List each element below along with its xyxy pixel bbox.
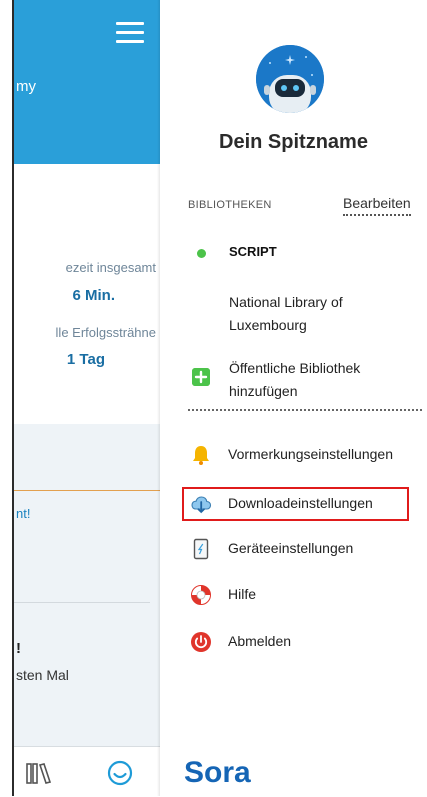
power-icon xyxy=(191,632,211,652)
menu-item-device-settings[interactable]: Geräteeinstellungen xyxy=(160,530,427,566)
background-exclamation: ! xyxy=(16,640,21,657)
robot-avatar-icon xyxy=(256,45,324,113)
section-divider xyxy=(188,409,422,411)
sora-logo: Sora xyxy=(184,756,251,789)
lifebuoy-icon xyxy=(191,585,211,605)
screen-left-border xyxy=(12,0,14,796)
screen-left-margin xyxy=(0,0,12,796)
library-item-script[interactable]: SCRIPT xyxy=(229,244,277,259)
device-icon xyxy=(193,538,209,560)
main-card-area xyxy=(14,424,160,746)
profile-smile-icon[interactable] xyxy=(107,760,133,786)
background-divider xyxy=(14,602,150,603)
annotation-connector-line xyxy=(0,490,182,491)
annotation-highlight-box xyxy=(182,487,409,521)
add-library-icon[interactable] xyxy=(192,368,210,386)
menu-item-logout[interactable]: Abmelden xyxy=(160,623,427,659)
stat-value-total-time: 6 Min. xyxy=(72,287,115,304)
app-screen: my ezeit insgesamt 6 Min. lle Erfolgsstr… xyxy=(0,0,427,797)
edit-libraries-link[interactable]: Bearbeiten xyxy=(343,195,411,216)
menu-item-label: Vormerkungseinstellungen xyxy=(228,446,393,462)
header-text: my xyxy=(16,78,36,95)
library-item-national-library[interactable]: National Library of Luxembourg xyxy=(229,291,419,337)
active-library-indicator xyxy=(197,249,206,258)
stat-value-streak: 1 Tag xyxy=(66,351,105,368)
navigation-drawer: Dein Spitzname BIBLIOTHEKEN Bearbeiten S… xyxy=(160,0,427,796)
background-text: sten Mal xyxy=(16,667,69,683)
menu-item-help[interactable]: Hilfe xyxy=(160,576,427,612)
libraries-heading: BIBLIOTHEKEN xyxy=(188,199,272,211)
hamburger-menu-icon[interactable] xyxy=(116,22,144,44)
stat-label-total-time: ezeit insgesamt xyxy=(65,260,156,275)
menu-item-label: Hilfe xyxy=(228,586,257,602)
stat-label-streak: lle Erfolgssträhne xyxy=(55,325,156,340)
library-books-icon[interactable] xyxy=(26,762,52,784)
bell-icon xyxy=(193,446,209,465)
avatar[interactable] xyxy=(256,45,324,113)
menu-item-hold-settings[interactable]: Vormerkungseinstellungen xyxy=(160,436,427,472)
menu-item-label: Geräteeinstellungen xyxy=(228,540,354,556)
menu-item-label: Abmelden xyxy=(228,633,292,649)
add-public-library-link[interactable]: Öffentliche Bibliothek hinzufügen xyxy=(229,357,409,403)
nickname-heading[interactable]: Dein Spitzname xyxy=(160,131,427,154)
background-link[interactable]: nt! xyxy=(16,506,30,521)
